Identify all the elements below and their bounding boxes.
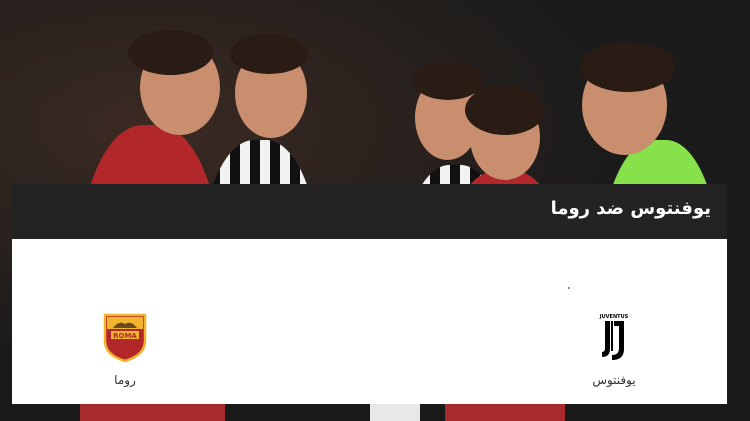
home-team[interactable]: JUVENTUS يوفنتوس [588, 311, 640, 387]
player-hair [128, 30, 213, 75]
article-title[interactable]: يوفنتوس ضد روما [551, 198, 711, 219]
player-hair [465, 85, 545, 135]
juventus-logo-text: JUVENTUS [599, 314, 629, 320]
away-team[interactable]: ROMA روما [98, 311, 152, 387]
juventus-logo-icon: JUVENTUS [599, 314, 629, 360]
referee-hair [580, 42, 675, 92]
article-title-bar: يوفنتوس ضد روما [12, 184, 727, 239]
photo-jersey-strip [80, 404, 225, 421]
photo-jersey-strip [445, 404, 565, 421]
player-hair [230, 34, 308, 74]
photo-jersey-strip [370, 404, 420, 421]
match-card[interactable]: ROMA روما JUVENTUS يوفنتوس [12, 239, 727, 404]
away-team-name: روما [114, 373, 136, 387]
roma-logo-icon: ROMA [103, 313, 147, 363]
decorative-dot [568, 287, 570, 289]
home-team-name: يوفنتوس [592, 373, 636, 387]
roma-logo-text: ROMA [113, 332, 137, 340]
